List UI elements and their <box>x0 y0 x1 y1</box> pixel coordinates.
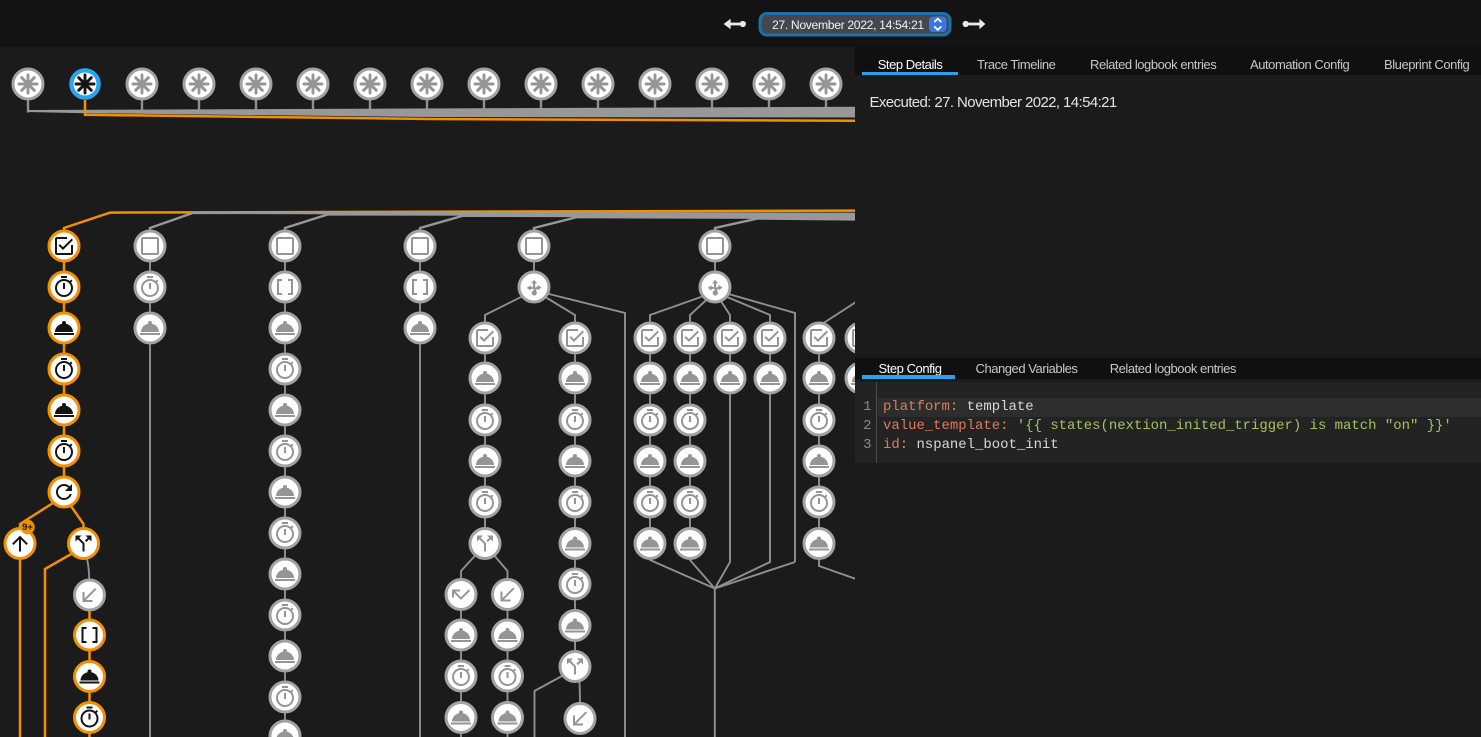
svg-text:27. November 2022, 14:54:21: 27. November 2022, 14:54:21 <box>772 18 924 32</box>
svg-text:9+: 9+ <box>22 522 33 533</box>
